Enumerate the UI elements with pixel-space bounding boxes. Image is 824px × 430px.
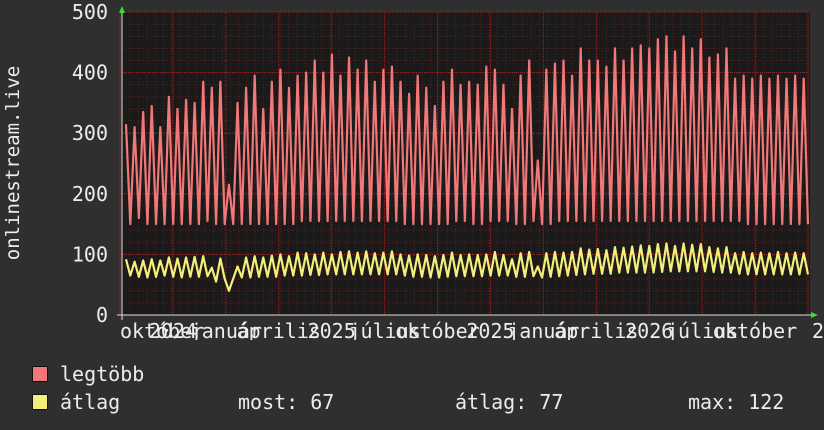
- stat-max: max: 122: [688, 390, 785, 414]
- legend-max: legtöbb: [32, 361, 144, 387]
- y-tick-label: 100: [72, 242, 108, 266]
- y-tick-label: 200: [72, 182, 108, 206]
- x-axis-ticks: október2024januáráprilis2025júliusoktóbe…: [120, 319, 824, 340]
- y-axis-ticks: 0 100 200 300 400 500: [72, 0, 108, 327]
- y-tick-label: 500: [72, 0, 108, 24]
- x-tick-label: október: [713, 319, 797, 340]
- legend-max-swatch: [32, 366, 48, 382]
- y-tick-label: 400: [72, 61, 108, 85]
- x-axis-arrow-icon: [811, 312, 818, 318]
- y-tick-label: 300: [72, 121, 108, 145]
- x-tick-label: 20: [812, 319, 824, 340]
- traffic-chart: 0100200300400500 október2024januáráprili…: [2, 0, 824, 340]
- stat-now: most: 67: [238, 390, 335, 414]
- y-axis-arrow-icon: [119, 6, 125, 13]
- legend-avg-label: átlag: [60, 390, 121, 414]
- y-axis-label: onlinestream.live: [2, 66, 24, 260]
- legend-avg-swatch: [32, 394, 48, 410]
- y-tick-label: 0: [96, 303, 108, 327]
- legend-avg: átlag: [32, 389, 120, 415]
- stat-average: átlag: 77: [455, 390, 564, 414]
- legend-max-label: legtöbb: [60, 362, 145, 386]
